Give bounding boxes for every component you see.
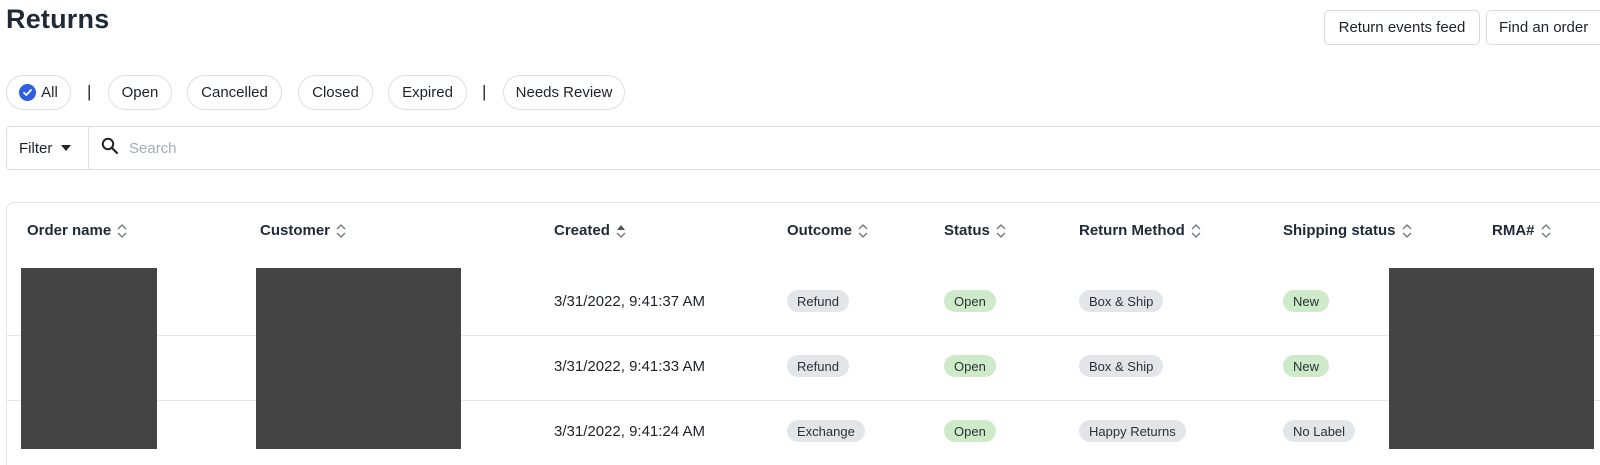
column-header-label: Return Method [1079, 222, 1185, 239]
sort-icon [996, 223, 1006, 238]
column-header-return-method[interactable]: Return Method [1079, 222, 1201, 239]
sort-icon [1541, 223, 1550, 238]
status-badge: Open [944, 420, 996, 442]
column-header-label: RMA# [1492, 222, 1535, 239]
return-method-badge: Happy Returns [1079, 420, 1186, 442]
shipping-status-badge: New [1283, 355, 1330, 377]
page-title: Returns [6, 4, 110, 34]
return-events-feed-button[interactable]: Return events feed [1324, 10, 1480, 45]
created-cell: 3/31/2022, 9:41:33 AM [554, 358, 705, 375]
redacted-rma-numbers [1389, 268, 1594, 449]
column-header-label: Shipping status [1283, 222, 1396, 239]
filter-dropdown-button[interactable]: Filter [7, 127, 89, 169]
column-header-created[interactable]: Created [554, 222, 626, 239]
sort-icon [1191, 223, 1201, 238]
column-header-label: Created [554, 222, 610, 239]
column-header-label: Customer [260, 222, 331, 239]
outcome-badge: Refund [787, 290, 849, 312]
column-header-label: Outcome [787, 222, 853, 239]
column-header-label: Order name [27, 222, 112, 239]
outcome-badge: Refund [787, 355, 849, 377]
filter-pill-cancelled[interactable]: Cancelled [187, 75, 282, 110]
filter-pill-expired[interactable]: Expired [388, 75, 467, 110]
filter-button-label: Filter [19, 139, 53, 157]
filter-pill-needs-review[interactable]: Needs Review [503, 75, 625, 110]
filter-search-bar: Filter [6, 126, 1600, 170]
return-method-badge: Box & Ship [1079, 290, 1164, 312]
redacted-customers [256, 268, 461, 449]
column-header-customer[interactable]: Customer [260, 222, 346, 239]
filter-pill-all[interactable]: All [6, 75, 71, 110]
filter-pill-all-label: All [41, 84, 58, 101]
shipping-status-badge: No Label [1283, 420, 1356, 442]
column-header-rma[interactable]: RMA# [1492, 222, 1551, 239]
status-badge: Open [944, 290, 996, 312]
sort-ascending-icon [616, 224, 626, 238]
column-header-outcome[interactable]: Outcome [787, 222, 868, 239]
row-divider [6, 335, 1600, 336]
outcome-badge: Exchange [787, 420, 865, 442]
redacted-order-names [21, 268, 157, 449]
filter-pill-open[interactable]: Open [108, 75, 172, 110]
status-badge: Open [944, 355, 996, 377]
created-cell: 3/31/2022, 9:41:24 AM [554, 423, 705, 440]
row-divider [6, 400, 1600, 401]
column-header-label: Status [944, 222, 990, 239]
search-input[interactable] [129, 139, 729, 157]
checkmark-icon [19, 84, 37, 101]
column-header-status[interactable]: Status [944, 222, 1006, 239]
filter-separator: | [87, 82, 92, 101]
search-icon [101, 137, 119, 160]
column-header-shipping-status[interactable]: Shipping status [1283, 222, 1412, 239]
filter-pill-closed[interactable]: Closed [298, 75, 373, 110]
sort-icon [117, 223, 127, 238]
search-container [89, 127, 1600, 169]
column-header-order-name[interactable]: Order name [27, 222, 127, 239]
sort-icon [336, 223, 346, 238]
caret-down-icon [61, 145, 72, 151]
created-cell: 3/31/2022, 9:41:37 AM [554, 293, 705, 310]
filter-separator: | [482, 82, 487, 101]
return-method-badge: Box & Ship [1079, 355, 1164, 377]
sort-icon [1402, 223, 1411, 238]
sort-icon [858, 223, 868, 238]
shipping-status-badge: New [1283, 290, 1330, 312]
find-order-button[interactable]: Find an order [1486, 10, 1600, 45]
